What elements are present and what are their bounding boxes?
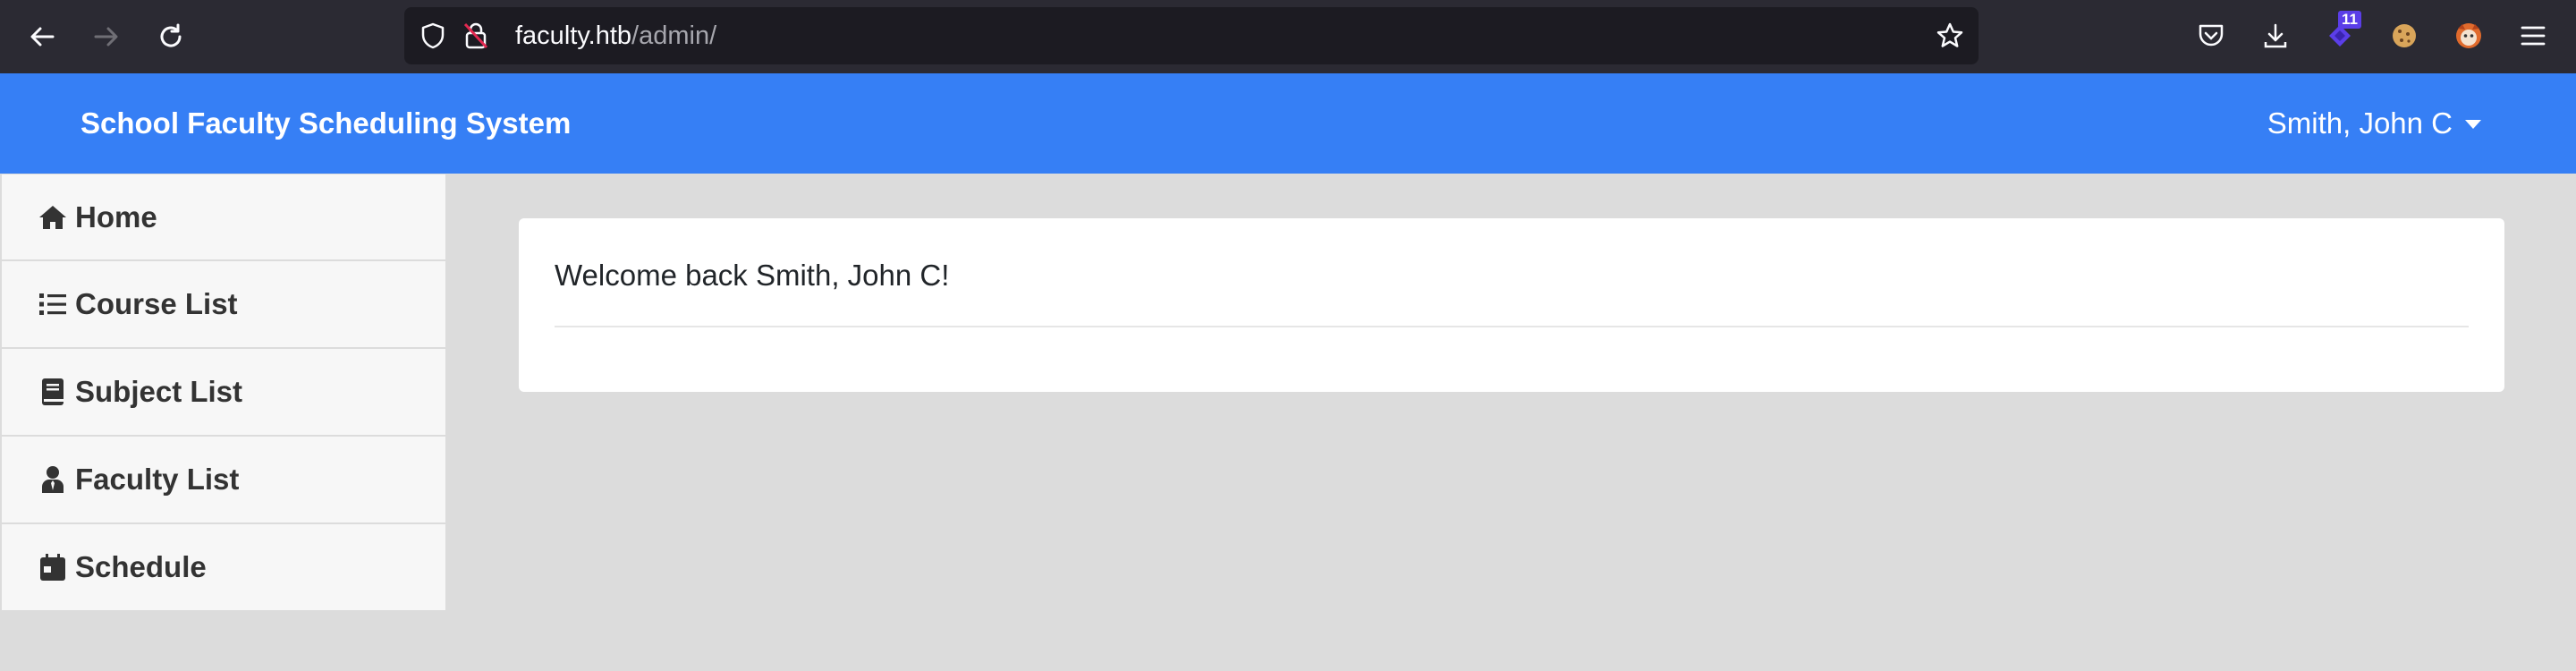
sidebar-item-faculty-list[interactable]: Faculty List xyxy=(0,437,447,524)
sidebar-item-schedule[interactable]: Schedule xyxy=(0,524,447,612)
forward-icon xyxy=(94,27,118,47)
extension-badge: 11 xyxy=(2338,11,2361,29)
sidebar-item-home[interactable]: Home xyxy=(0,174,447,261)
back-button[interactable] xyxy=(21,16,63,57)
app-title[interactable]: School Faculty Scheduling System xyxy=(80,106,571,141)
download-icon[interactable] xyxy=(2258,18,2293,54)
url-text[interactable]: faculty.htb/admin/ xyxy=(515,21,716,51)
bookmark-star-icon[interactable] xyxy=(1936,21,1964,50)
welcome-message: Welcome back Smith, John C! xyxy=(555,259,950,292)
menu-icon[interactable] xyxy=(2515,18,2551,54)
reload-button[interactable] xyxy=(150,16,191,57)
sidebar-item-label: Schedule xyxy=(75,550,207,583)
user-name: Smith, John C xyxy=(2267,106,2453,140)
sidebar-item-course-list[interactable]: Course List xyxy=(0,261,447,349)
reload-icon xyxy=(160,23,182,47)
divider xyxy=(555,326,2469,327)
sidebar-item-label: Faculty List xyxy=(75,463,240,496)
sidebar-item-label: Subject List xyxy=(75,375,243,408)
pocket-icon[interactable] xyxy=(2193,18,2229,54)
extension-fox-icon[interactable] xyxy=(2451,18,2487,54)
back-icon xyxy=(30,27,55,47)
book-icon xyxy=(38,377,68,407)
url-bar[interactable]: faculty.htb/admin/ xyxy=(404,7,1979,64)
url-path: /admin/ xyxy=(631,21,717,50)
cookie-icon[interactable] xyxy=(2386,18,2422,54)
sidebar-item-label: Home xyxy=(75,200,157,234)
app-header: School Faculty Scheduling System Smith, … xyxy=(0,73,2576,174)
insecure-lock-icon[interactable] xyxy=(462,21,490,50)
sidebar-item-subject-list[interactable]: Subject List xyxy=(0,349,447,437)
user-tie-icon xyxy=(38,464,68,495)
welcome-card: Welcome back Smith, John C! xyxy=(519,218,2504,392)
url-host: faculty.htb xyxy=(515,21,632,50)
browser-toolbar: faculty.htb/admin/ 11 xyxy=(0,0,2576,73)
shield-icon[interactable] xyxy=(419,21,447,50)
home-icon xyxy=(38,202,68,233)
calendar-icon xyxy=(38,552,68,582)
caret-down-icon xyxy=(2465,120,2481,129)
sidebar: Home Course List Subject List Faculty Li… xyxy=(0,174,447,612)
forward-button[interactable] xyxy=(86,16,127,57)
extension-icon[interactable]: 11 xyxy=(2322,11,2361,54)
list-icon xyxy=(38,289,68,319)
user-dropdown[interactable]: Smith, John C xyxy=(2267,106,2481,141)
sidebar-item-label: Course List xyxy=(75,287,238,320)
